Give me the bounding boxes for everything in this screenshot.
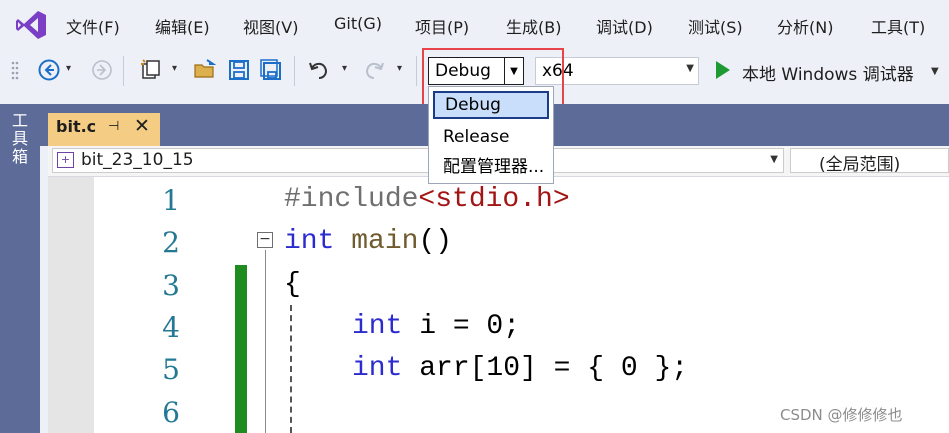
forward-arrow-icon[interactable]	[90, 58, 114, 82]
toolbar-separator	[294, 56, 295, 86]
menu-project[interactable]: 项目(P)	[415, 14, 469, 38]
line-number: 6	[162, 396, 180, 429]
code-keyword: int	[352, 353, 403, 384]
code-keyword: int	[284, 226, 335, 257]
code-line-2: int main()	[284, 226, 452, 257]
save-all-icon[interactable]	[259, 58, 283, 82]
dropdown-option-configuration-manager[interactable]: 配置管理器...	[433, 154, 549, 182]
dropdown-option-release[interactable]: Release	[433, 124, 549, 152]
menu-git[interactable]: Git(G)	[334, 14, 382, 33]
chevron-down-icon[interactable]: ▼	[770, 154, 778, 165]
save-icon[interactable]	[227, 58, 251, 82]
code-text: {	[284, 269, 301, 300]
global-scope-value: (全局范围)	[819, 155, 901, 175]
line-number: 3	[162, 269, 180, 302]
code-text: i = 0;	[402, 311, 521, 342]
pin-icon[interactable]: ⊣	[108, 119, 119, 134]
code-text: arr[10] = { 0 };	[402, 353, 689, 384]
undo-dropdown-arrow-icon[interactable]: ▾	[342, 63, 347, 74]
menu-build[interactable]: 生成(B)	[506, 14, 561, 38]
undo-icon[interactable]	[307, 58, 331, 82]
menu-edit[interactable]: 编辑(E)	[155, 14, 210, 38]
open-folder-icon[interactable]	[193, 58, 217, 82]
toolbox-tab[interactable]: 工具箱	[9, 112, 30, 166]
start-debugging-dropdown-arrow-icon[interactable]: ▼	[931, 66, 939, 77]
menu-analyze[interactable]: 分析(N)	[777, 14, 833, 38]
redo-icon[interactable]	[362, 58, 386, 82]
grip-icon[interactable]	[10, 58, 20, 82]
code-line-4: int i = 0;	[352, 311, 520, 342]
redo-dropdown-arrow-icon[interactable]: ▾	[397, 63, 402, 74]
solution-platform-value: x64	[542, 61, 574, 81]
solution-configuration-combo[interactable]: Debug ▼	[428, 57, 524, 85]
project-scope-combo[interactable]: + bit_23_10_15 ▼	[52, 148, 784, 173]
back-dropdown-arrow-icon[interactable]: ▾	[66, 63, 71, 74]
menu-tools[interactable]: 工具(T)	[871, 14, 925, 38]
code-line-1: #include<stdio.h>	[284, 184, 570, 215]
code-line-5: int arr[10] = { 0 };	[352, 353, 688, 384]
solution-platform-combo[interactable]: x64 ▼	[535, 57, 699, 85]
code-header: <stdio.h>	[418, 184, 570, 215]
tab-label: bit.c	[56, 117, 97, 136]
collapse-icon[interactable]: −	[257, 232, 273, 248]
dropdown-option-debug[interactable]: Debug	[433, 91, 549, 119]
global-scope-combo[interactable]: (全局范围)	[790, 148, 949, 175]
chevron-down-icon[interactable]: ▼	[686, 63, 694, 74]
new-project-icon[interactable]	[139, 58, 163, 82]
project-icon: +	[57, 152, 74, 168]
visual-studio-logo-icon	[16, 11, 46, 39]
indent-guide	[290, 305, 292, 433]
line-number: 4	[162, 311, 180, 344]
close-icon[interactable]: ✕	[134, 115, 150, 137]
menu-test[interactable]: 测试(S)	[688, 14, 743, 38]
project-scope-value: bit_23_10_15	[81, 150, 194, 170]
watermark: CSDN @修修修也	[780, 406, 903, 424]
menu-view[interactable]: 视图(V)	[243, 14, 298, 38]
menu-file[interactable]: 文件(F)	[66, 14, 120, 38]
configuration-dropdown-menu: Debug Release 配置管理器...	[428, 86, 554, 184]
code-text: ()	[418, 226, 453, 257]
code-function-name: main	[334, 226, 419, 257]
new-project-dropdown-arrow-icon[interactable]: ▾	[172, 63, 177, 74]
code-line-3: {	[284, 269, 301, 300]
fold-guide-line	[265, 250, 266, 433]
toolbar-separator	[123, 56, 124, 86]
line-number: 5	[162, 353, 180, 386]
start-debugging-play-icon[interactable]	[716, 61, 730, 79]
change-tracking-bar	[235, 265, 247, 433]
indicator-margin	[48, 177, 94, 433]
line-number: 1	[162, 184, 180, 217]
start-debugging-button[interactable]: 本地 Windows 调试器	[742, 60, 914, 85]
code-editor[interactable]	[48, 177, 949, 433]
toolbar-separator	[416, 56, 417, 86]
line-number: 2	[162, 226, 180, 259]
code-keyword: int	[352, 311, 403, 342]
menu-debug[interactable]: 调试(D)	[596, 14, 653, 38]
solution-configuration-value: Debug	[435, 61, 491, 81]
chevron-down-icon[interactable]: ▼	[504, 58, 523, 84]
code-directive: #include	[284, 184, 419, 215]
back-arrow-icon[interactable]	[37, 58, 61, 82]
